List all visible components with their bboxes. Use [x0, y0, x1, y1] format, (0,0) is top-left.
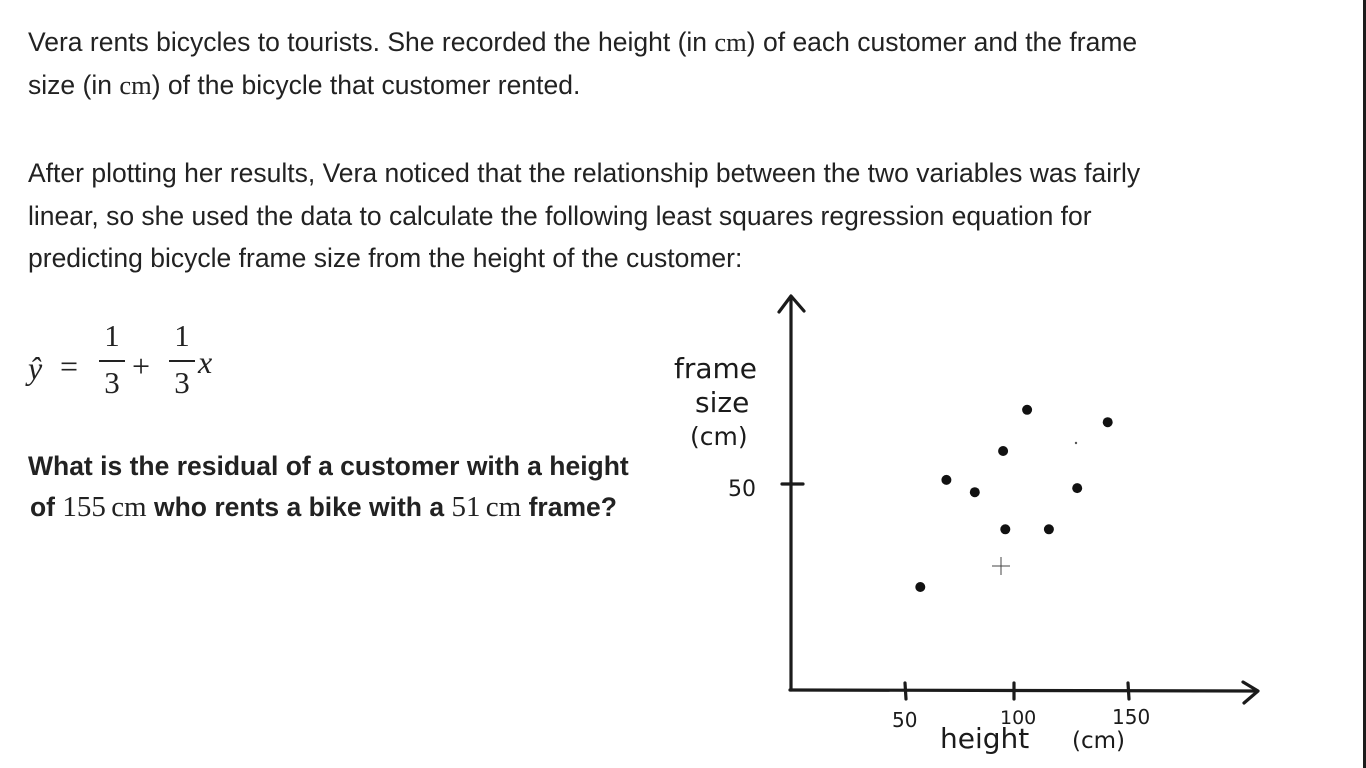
x-tick-label-50: 50	[892, 708, 917, 732]
problem-intro: Vera rents bicycles to tourists. She rec…	[28, 21, 1137, 106]
pen-cursor-icon	[992, 557, 1010, 575]
intro-text-2a: size (in	[28, 69, 120, 100]
y-axis-arrowhead	[777, 294, 806, 314]
y-label-line-3: (cm)	[690, 422, 748, 451]
y-hat: ŷ	[28, 350, 43, 386]
fraction-2-numerator: 1	[174, 318, 190, 353]
y-tick-label-50: 50	[728, 477, 756, 502]
frame-unit: cm	[485, 491, 522, 523]
context-line-2: linear, so she used the data to calculat…	[28, 200, 1092, 231]
context-line-3: predicting bicycle frame size from the h…	[28, 243, 743, 273]
question-text-2c: frame?	[521, 492, 617, 522]
variable-x: x	[198, 344, 213, 380]
problem-context: After plotting her results, Vera noticed…	[28, 152, 1140, 280]
fraction-1-denominator: 3	[104, 365, 120, 400]
data-point	[998, 446, 1009, 456]
y-label-line-1: frame	[674, 352, 757, 385]
y-label-line-2: size	[695, 386, 749, 419]
stray-mark	[1074, 441, 1078, 445]
x-tick-label-100: 100	[1000, 707, 1036, 729]
height-value: 155	[62, 491, 106, 523]
data-point	[941, 474, 952, 485]
unit-cm: cm	[119, 69, 152, 100]
x-axis-unit: (cm)	[1072, 728, 1125, 754]
data-point	[1000, 524, 1011, 535]
data-point	[1072, 483, 1083, 494]
question-text-2a: of	[30, 492, 63, 522]
question-text-2b: who rents a bike with a	[146, 492, 452, 522]
intro-text-1a: Vera rents bicycles to tourists. She rec…	[28, 27, 715, 57]
intro-text-1b: ) of each customer and the frame	[746, 27, 1138, 57]
intro-text-2b: ) of the bicycle that customer rented.	[151, 69, 581, 100]
unit-cm: cm	[714, 27, 747, 57]
fraction-1-numerator: 1	[104, 318, 120, 353]
fraction-2-denominator: 3	[174, 365, 190, 400]
fraction-1-bar	[99, 360, 125, 362]
data-point	[915, 582, 926, 592]
question-line-1: What is the residual of a customer with …	[28, 445, 629, 487]
data-point	[1043, 524, 1054, 535]
plus-sign: +	[132, 348, 151, 384]
data-points	[915, 404, 1113, 592]
x-axis-arrowhead	[1241, 680, 1260, 705]
question-text-1: What is the residual of a customer with …	[28, 451, 629, 481]
plot-axes	[777, 294, 1260, 705]
x-tick-150	[1126, 681, 1131, 701]
x-tick-label-150: 150	[1112, 705, 1150, 729]
question-line-2: of 155 cm who rents a bike with a 51 cm …	[30, 486, 617, 528]
y-axis-label: frame size (cm)	[674, 352, 757, 451]
x-axis-label: height	[940, 722, 1029, 755]
data-point	[1102, 417, 1113, 428]
frame-value: 51	[451, 491, 481, 523]
x-tick-50	[903, 681, 908, 701]
x-axis	[788, 688, 1258, 693]
equals-sign: =	[60, 348, 79, 384]
data-point	[1022, 404, 1033, 415]
height-unit: cm	[111, 491, 147, 523]
data-point	[969, 487, 980, 498]
scatter-plot-sketch: frame size (cm) 50 50 100 150 height (cm…	[674, 294, 1260, 755]
context-line-1: After plotting her results, Vera noticed…	[28, 158, 1141, 188]
fraction-2-bar	[169, 360, 195, 362]
